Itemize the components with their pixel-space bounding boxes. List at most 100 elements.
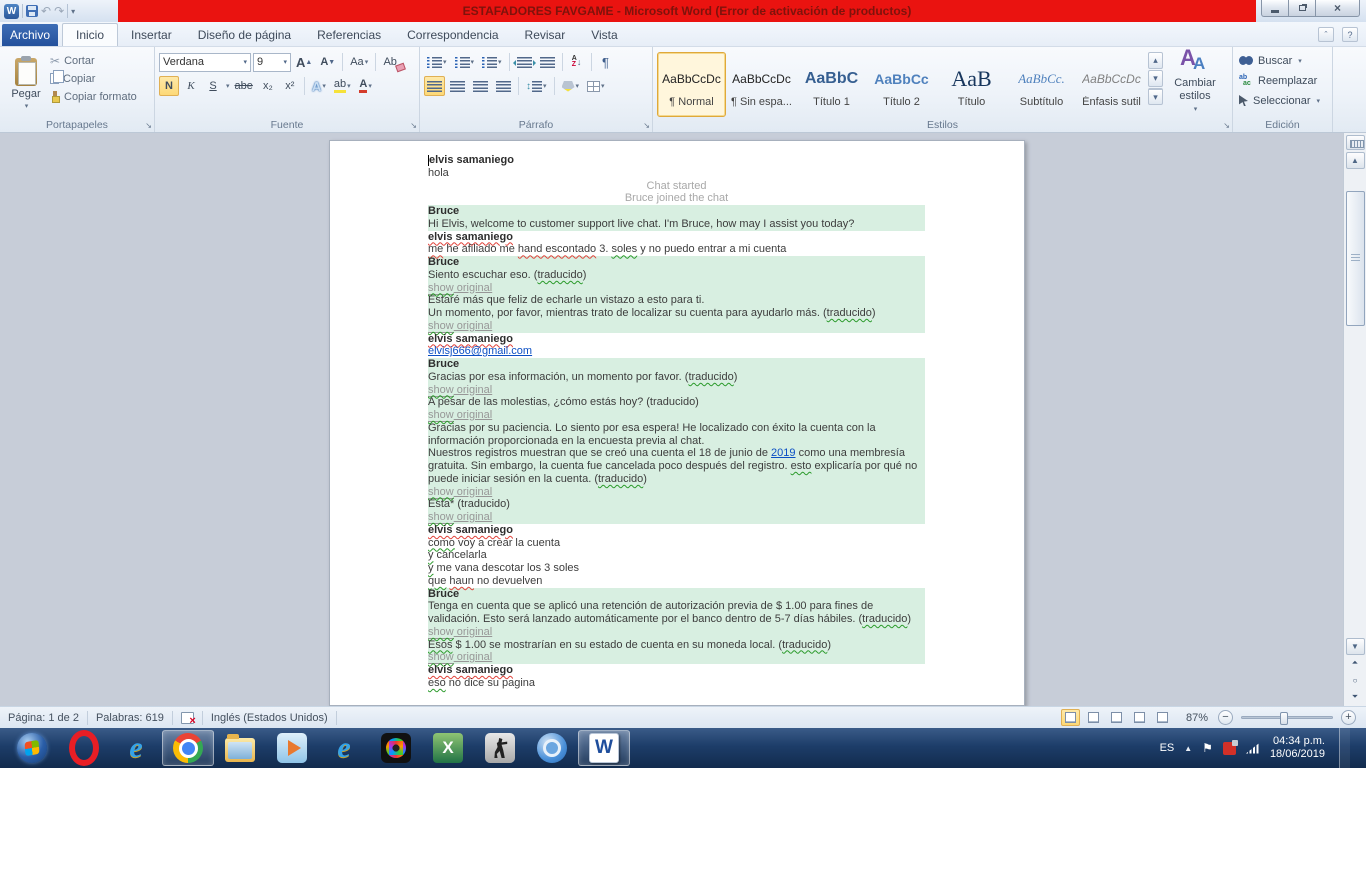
tab-insertar[interactable]: Insertar xyxy=(118,23,185,46)
style--sin-espa-[interactable]: AaBbCcDc¶ Sin espa... xyxy=(727,52,796,117)
bullets-button[interactable]: ▾ xyxy=(424,52,450,72)
web-layout-view-button[interactable] xyxy=(1107,709,1126,726)
close-button[interactable]: × xyxy=(1316,0,1360,17)
zoom-slider[interactable] xyxy=(1241,716,1333,719)
hyperlink[interactable]: 2019 xyxy=(771,447,795,459)
show-desktop-button[interactable] xyxy=(1339,728,1350,768)
hyperlink[interactable]: elvisj666@gmail.com xyxy=(428,345,532,357)
word-logo-icon[interactable]: W xyxy=(4,4,19,19)
style-título[interactable]: AaBTítulo xyxy=(937,52,1006,117)
copy-button[interactable]: Copiar xyxy=(48,70,139,87)
start-button[interactable] xyxy=(6,730,58,766)
chevron-down-icon[interactable]: ▾ xyxy=(226,82,230,90)
zoom-level[interactable]: 87% xyxy=(1186,712,1208,724)
help-icon[interactable]: ? xyxy=(1342,27,1358,42)
style-énfasis-sutil[interactable]: AaBbCcDcÉnfasis sutil xyxy=(1077,52,1146,117)
tab-vista[interactable]: Vista xyxy=(578,23,630,46)
tab-archivo[interactable]: Archivo xyxy=(2,24,58,46)
document-page[interactable]: elvis samaniegoholaChat startedBruce joi… xyxy=(329,140,1025,706)
dialog-launcher-icon[interactable]: ↘ xyxy=(1223,122,1230,130)
bold-button[interactable]: N xyxy=(159,76,179,96)
tab-revisar[interactable]: Revisar xyxy=(512,23,579,46)
scroll-up-icon[interactable]: ▲ xyxy=(1346,152,1365,169)
language-tray-indicator[interactable]: ES xyxy=(1160,742,1175,754)
excel[interactable]: X xyxy=(422,730,474,766)
windows-media-player[interactable] xyxy=(266,730,318,766)
align-right-button[interactable] xyxy=(470,76,491,96)
collapse-ribbon-icon[interactable]: ˆ xyxy=(1318,27,1334,42)
dialog-launcher-icon[interactable]: ↘ xyxy=(410,122,417,130)
minimize-button[interactable] xyxy=(1261,0,1289,17)
grow-font-button[interactable]: A▲ xyxy=(293,52,315,72)
line-spacing-button[interactable]: ↕▾ xyxy=(523,76,550,96)
multilevel-list-button[interactable]: ▾ xyxy=(479,52,505,72)
font-family-combobox[interactable]: Verdana▾ xyxy=(159,53,251,72)
network-signal-icon[interactable] xyxy=(1246,743,1260,754)
numbering-button[interactable]: ▾ xyxy=(452,52,478,72)
gallery-scroll-down-icon[interactable]: ▾ xyxy=(1148,70,1163,87)
shrink-font-button[interactable]: A▼ xyxy=(317,52,338,72)
change-styles-button[interactable]: AA Cambiar estilos ▾ xyxy=(1163,50,1227,117)
tab-inicio[interactable]: Inicio xyxy=(62,23,118,46)
chromium-browser[interactable] xyxy=(526,730,578,766)
word[interactable]: W xyxy=(578,730,630,766)
internet-explorer[interactable]: e xyxy=(110,730,162,766)
find-button[interactable]: Buscar▾ xyxy=(1237,51,1328,70)
tab-correspondencia[interactable]: Correspondencia xyxy=(394,23,511,46)
subscript-button[interactable]: x₂ xyxy=(258,76,278,96)
google-chrome[interactable] xyxy=(162,730,214,766)
video-player[interactable] xyxy=(370,730,422,766)
next-page-icon[interactable]: ⏷ xyxy=(1346,689,1365,705)
spellcheck-status[interactable] xyxy=(173,710,202,726)
italic-button[interactable]: K xyxy=(181,76,201,96)
shading-button[interactable]: ▾ xyxy=(559,76,583,96)
customize-qat-icon[interactable]: ▾ xyxy=(71,7,75,16)
full-screen-reading-view-button[interactable] xyxy=(1084,709,1103,726)
file-explorer[interactable] xyxy=(214,730,266,766)
outline-view-button[interactable] xyxy=(1130,709,1149,726)
cut-button[interactable]: ✂Cortar xyxy=(48,52,139,69)
restore-button[interactable] xyxy=(1289,0,1316,17)
highlight-button[interactable]: ab▾ xyxy=(331,76,354,96)
tab-referencias[interactable]: Referencias xyxy=(304,23,394,46)
zoom-in-button[interactable]: + xyxy=(1341,710,1356,725)
page-indicator[interactable]: Página: 1 de 2 xyxy=(0,710,87,726)
clock[interactable]: 04:34 p.m. 18/06/2019 xyxy=(1270,735,1325,761)
vertical-scrollbar[interactable]: ▲ ▼ ⏶ ○ ⏷ xyxy=(1343,133,1366,706)
font-size-combobox[interactable]: 9▾ xyxy=(253,53,291,72)
style-título-1[interactable]: AaBbCTítulo 1 xyxy=(797,52,866,117)
hidden-icons-chevron-icon[interactable]: ▲ xyxy=(1184,744,1192,753)
undo-icon[interactable]: ↶ xyxy=(41,5,51,17)
ruler-toggle-icon[interactable] xyxy=(1346,135,1365,150)
internet-explorer-2[interactable]: e xyxy=(318,730,370,766)
counter-strike[interactable] xyxy=(474,730,526,766)
clear-formatting-button[interactable]: Ab xyxy=(380,52,400,72)
style--normal[interactable]: AaBbCcDc¶ Normal xyxy=(657,52,726,117)
align-left-button[interactable] xyxy=(424,76,445,96)
text-effects-button[interactable]: A▾ xyxy=(309,76,329,96)
gallery-scroll-up-icon[interactable]: ▴ xyxy=(1148,52,1163,69)
superscript-button[interactable]: x² xyxy=(280,76,300,96)
dialog-launcher-icon[interactable]: ↘ xyxy=(145,122,152,130)
save-icon[interactable] xyxy=(26,5,38,17)
opera-browser[interactable] xyxy=(58,730,110,766)
paste-button[interactable]: Pegar ▾ xyxy=(4,50,48,117)
action-center-flag-icon[interactable]: ⚑ xyxy=(1202,741,1213,755)
decrease-indent-button[interactable] xyxy=(514,52,535,72)
zoom-slider-thumb[interactable] xyxy=(1280,712,1288,725)
dialog-launcher-icon[interactable]: ↘ xyxy=(643,122,650,130)
print-layout-view-button[interactable] xyxy=(1061,709,1080,726)
scrollbar-track[interactable] xyxy=(1344,169,1366,638)
style-título-2[interactable]: AaBbCcTítulo 2 xyxy=(867,52,936,117)
font-color-button[interactable]: A▾ xyxy=(356,76,376,96)
borders-button[interactable]: ▾ xyxy=(584,76,608,96)
sort-button[interactable]: AZ↓ xyxy=(567,52,587,72)
underline-button[interactable]: S xyxy=(203,76,223,96)
change-case-button[interactable]: Aa▾ xyxy=(347,52,371,72)
draft-view-button[interactable] xyxy=(1153,709,1172,726)
select-button[interactable]: Seleccionar▾ xyxy=(1237,91,1328,110)
format-painter-button[interactable]: Copiar formato xyxy=(48,88,139,105)
increase-indent-button[interactable] xyxy=(537,52,558,72)
style-subtítulo[interactable]: AaBbCc.Subtítulo xyxy=(1007,52,1076,117)
show-paragraph-marks-button[interactable]: ¶ xyxy=(596,52,616,72)
